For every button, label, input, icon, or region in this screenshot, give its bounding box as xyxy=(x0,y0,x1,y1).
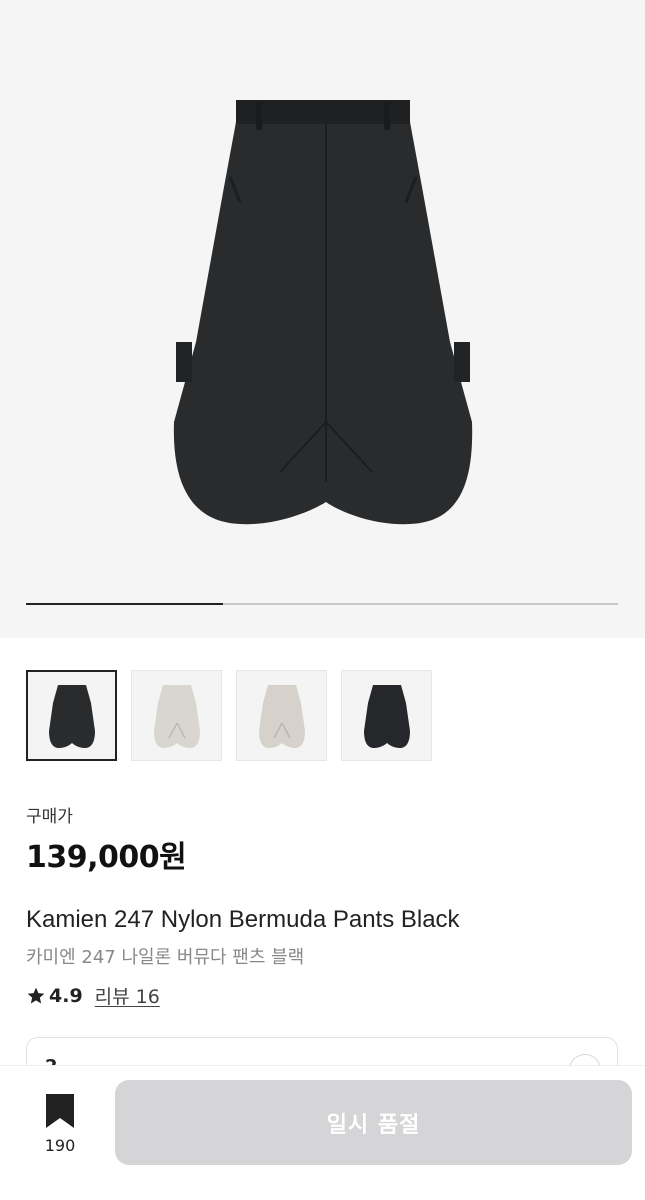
product-image-carousel[interactable] xyxy=(0,0,645,638)
rating-value: 4.9 xyxy=(49,984,83,1007)
thumbnail-image xyxy=(48,684,95,748)
product-image xyxy=(173,100,473,525)
rating-row: 4.9 리뷰 16 xyxy=(26,982,160,1009)
price-label: 구매가 xyxy=(26,807,73,827)
product-name-ko: 카미엔 247 나일론 버뮤다 팬츠 블랙 xyxy=(26,947,305,968)
star-icon xyxy=(27,987,45,1003)
thumbnail-list xyxy=(26,670,432,761)
bottom-action-bar: 190 일시 품절 xyxy=(0,1066,645,1200)
gallery-progress xyxy=(26,603,618,605)
thumbnail-image xyxy=(363,684,410,748)
thumbnail-image xyxy=(153,684,200,748)
soldout-button[interactable]: 일시 품절 xyxy=(115,1080,632,1165)
thumbnail-1[interactable] xyxy=(26,670,117,761)
bookmark-count: 190 xyxy=(44,1136,76,1155)
bookmark-icon xyxy=(46,1094,74,1128)
thumbnail-4[interactable] xyxy=(341,670,432,761)
bookmark-button[interactable]: 190 xyxy=(40,1094,80,1155)
thumbnail-2[interactable] xyxy=(131,670,222,761)
gallery-progress-fill xyxy=(26,603,224,605)
review-link[interactable]: 리뷰 16 xyxy=(95,982,160,1009)
product-name-en: Kamien 247 Nylon Bermuda Pants Black xyxy=(26,906,460,933)
thumbnail-image xyxy=(258,684,305,748)
thumbnail-3[interactable] xyxy=(236,670,327,761)
price-value: 139,000원 xyxy=(26,840,187,875)
